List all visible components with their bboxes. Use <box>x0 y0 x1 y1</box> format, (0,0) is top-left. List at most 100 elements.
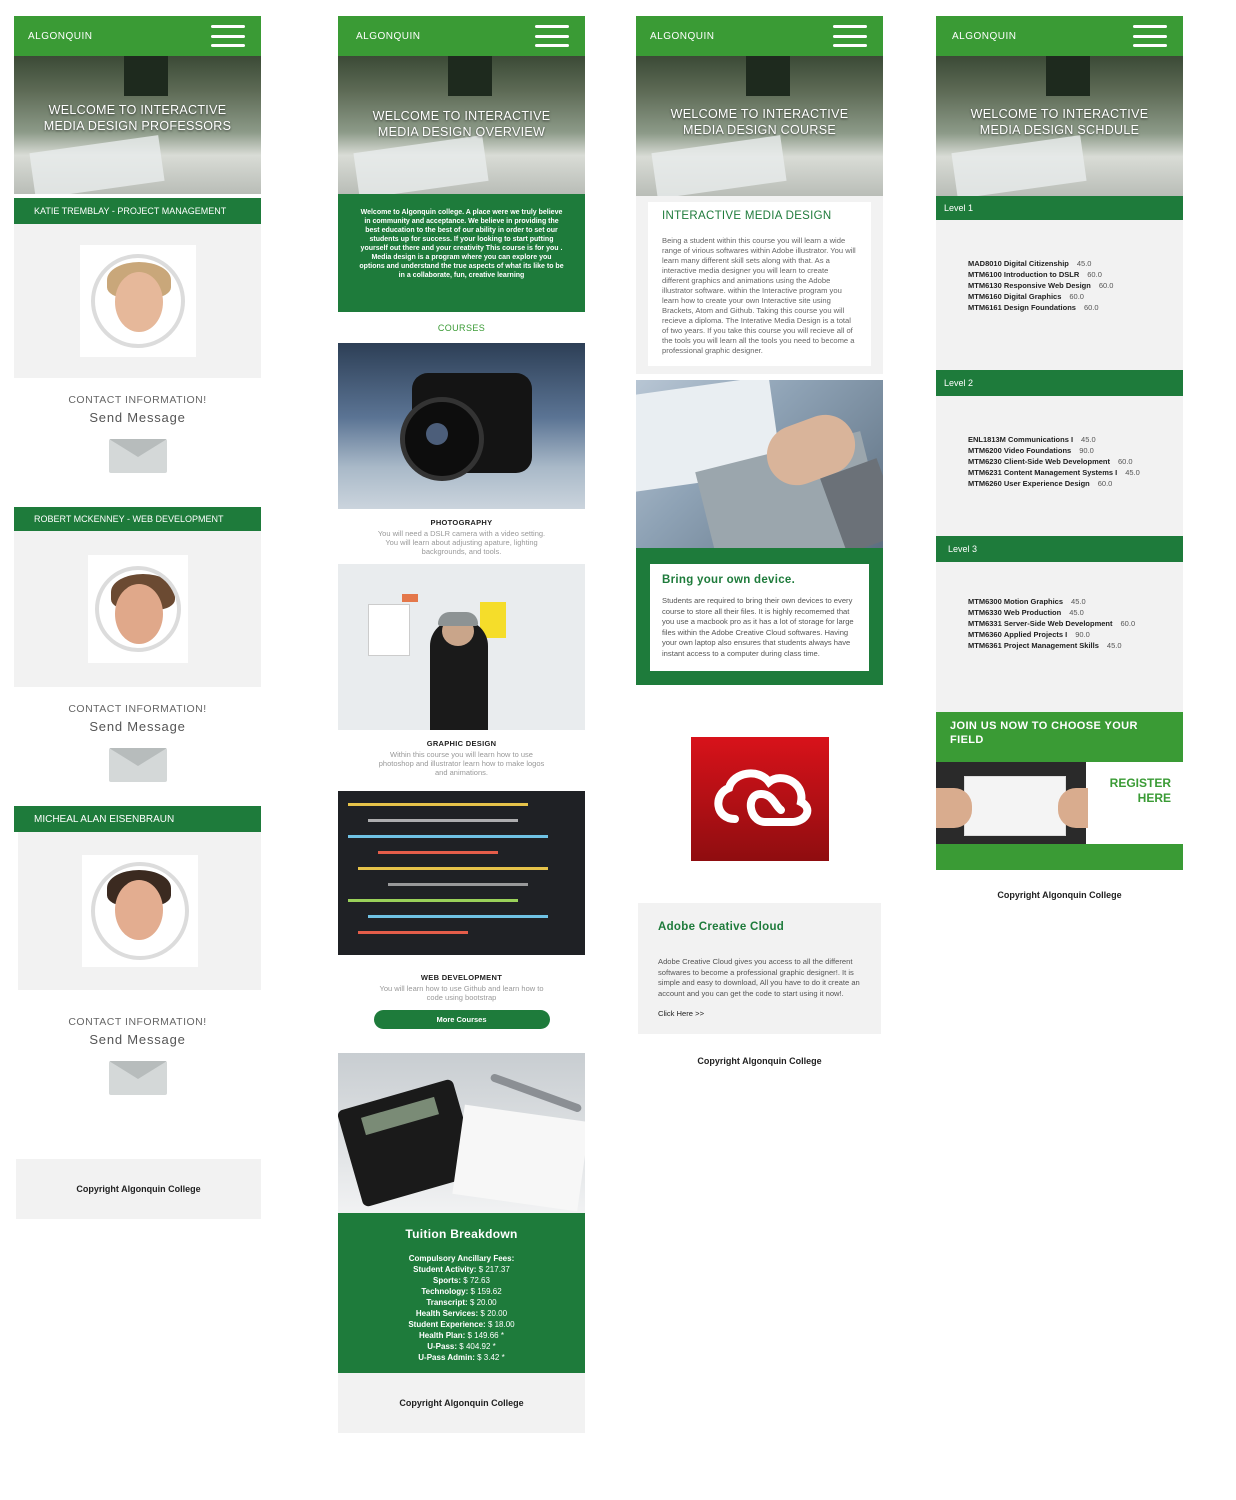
brand-logo[interactable]: ALGONQUIN <box>352 31 421 42</box>
contact-label: CONTACT INFORMATION! <box>68 1016 207 1028</box>
graphic-design-image <box>338 564 585 730</box>
course-row: MTM6130 Responsive Web Design 60.0 <box>968 281 1114 290</box>
contact-label: CONTACT INFORMATION! <box>68 703 207 715</box>
join-section: JOIN US NOW TO CHOOSE YOUR FIELD REGISTE… <box>936 712 1183 870</box>
footer: Copyright Algonquin College <box>16 1159 261 1219</box>
fees-heading: Compulsory Ancillary Fees: <box>408 1254 515 1263</box>
hero-banner: WELCOME TO INTERACTIVE MEDIA DESIGN PROF… <box>14 56 261 194</box>
professor-card <box>18 832 261 990</box>
top-nav: ALGONQUIN <box>636 16 883 56</box>
professor-photo-katie <box>90 254 185 348</box>
level-header: Level 1 <box>936 196 1183 220</box>
top-nav: ALGONQUIN <box>936 16 1183 56</box>
fee-row: Student Experience: $ 18.00 <box>408 1320 515 1329</box>
course-row: MTM6330 Web Production 45.0 <box>968 608 1084 617</box>
fee-row: Health Plan: $ 149.66 * <box>419 1331 504 1340</box>
photography-image <box>338 343 585 509</box>
brand-logo[interactable]: ALGONQUIN <box>28 31 93 42</box>
device-body: Students are required to bring their own… <box>662 596 854 658</box>
hamburger-menu-icon[interactable] <box>211 25 245 47</box>
fee-row: Transcript: $ 20.00 <box>426 1298 497 1307</box>
course-desc: You will need a DSLR camera with a video… <box>377 529 546 556</box>
fee-row: U-Pass: $ 404.92 * <box>427 1342 496 1351</box>
tuition-image <box>338 1053 585 1213</box>
professor-card <box>14 531 261 687</box>
hero-title: WELCOME TO INTERACTIVE MEDIA DESIGN COUR… <box>670 107 849 137</box>
footer: Copyright Algonquin College <box>338 1373 585 1433</box>
professor-photo-frame <box>81 855 198 967</box>
course-row: MTM6230 Client-Side Web Development 60.0 <box>968 457 1133 466</box>
professor-photo-frame <box>79 245 196 357</box>
fee-row: Health Services: $ 20.00 <box>415 1309 508 1318</box>
course-row: MTM6231 Content Management Systems I 45.0 <box>968 468 1140 477</box>
hero-title: WELCOME TO INTERACTIVE MEDIA DESIGN OVER… <box>372 109 551 139</box>
creative-cloud-icon <box>714 769 812 826</box>
course-row: MTM6200 Video Foundations 90.0 <box>968 446 1094 455</box>
level-course-list: ENL1813M Communications I 45.0 MTM6200 Vi… <box>936 396 1183 536</box>
level-header: Level 3 <box>936 536 1183 562</box>
course-desc: You will learn how to use Github and lea… <box>379 984 544 1002</box>
professor-photo-robert <box>94 566 181 652</box>
footer: Copyright Algonquin College <box>697 1056 822 1066</box>
professors-page: ALGONQUIN WELCOME TO INTERACTIVE MEDIA D… <box>14 16 261 1219</box>
course-title: WEB DEVELOPMENT <box>420 973 503 982</box>
register-banner[interactable]: REGISTER HERE <box>936 762 1183 844</box>
level-header: Level 2 <box>936 370 1183 396</box>
course-row: ENL1813M Communications I 45.0 <box>968 435 1096 444</box>
course-row: MTM6360 Applied Projects I 90.0 <box>968 630 1090 639</box>
professor-header: MICHEAL ALAN EISENBRAUN <box>14 806 261 832</box>
course-row: MTM6361 Project Management Skills 45.0 <box>968 641 1122 650</box>
course-row: MTM6160 Digital Graphics 60.0 <box>968 292 1084 301</box>
intro-text: Welcome to Algonquin college. A place we… <box>359 209 564 279</box>
intro-box: Welcome to Algonquin college. A place we… <box>338 194 585 312</box>
web-development-image <box>338 791 585 955</box>
course-row: MTM6300 Motion Graphics 45.0 <box>968 597 1086 606</box>
professor-header: ROBERT MCKENNEY - WEB DEVELOPMENT <box>14 507 261 531</box>
envelope-icon[interactable] <box>108 748 167 782</box>
device-panel: Bring your own device. Students are requ… <box>636 548 883 685</box>
fee-row: Sports: $ 72.63 <box>433 1276 490 1285</box>
brand-logo[interactable]: ALGONQUIN <box>950 31 1017 42</box>
overview-page: ALGONQUIN WELCOME TO INTERACTIVE MEDIA D… <box>338 16 585 1433</box>
contact-label: CONTACT INFORMATION! <box>68 394 207 406</box>
adobe-creative-cloud-logo[interactable] <box>691 737 829 861</box>
course-title: PHOTOGRAPHY <box>430 518 493 527</box>
course-row: MTM6260 User Experience Design 60.0 <box>968 479 1113 488</box>
more-courses-button[interactable]: More Courses <box>373 1010 550 1029</box>
course-row: MTM6161 Design Foundations 60.0 <box>968 303 1099 312</box>
professor-photo-micheal <box>90 862 189 960</box>
send-message-link[interactable]: Send Message <box>14 1032 261 1047</box>
brand-logo[interactable]: ALGONQUIN <box>650 31 715 42</box>
laptop-image <box>636 380 883 548</box>
send-message-link[interactable]: Send Message <box>14 410 261 425</box>
courses-heading: COURSES <box>437 323 486 333</box>
section-body: Being a student within this course you w… <box>662 236 856 355</box>
tuition-title: Tuition Breakdown <box>405 1227 518 1241</box>
envelope-icon[interactable] <box>108 1061 167 1095</box>
schedule-page: ALGONQUIN WELCOME TO INTERACTIVE MEDIA D… <box>936 16 1183 900</box>
adobe-body: Adobe Creative Cloud gives you access to… <box>658 957 860 998</box>
hero-banner: WELCOME TO INTERACTIVE MEDIA DESIGN OVER… <box>338 56 585 194</box>
level-course-list: MAD8010 Digital Citizenship 45.0 MTM6100 … <box>936 220 1183 370</box>
send-message-link[interactable]: Send Message <box>14 719 261 734</box>
hero-banner: WELCOME TO INTERACTIVE MEDIA DESIGN COUR… <box>636 56 883 196</box>
adobe-title: Adobe Creative Cloud <box>658 921 785 933</box>
hamburger-menu-icon[interactable] <box>535 25 569 47</box>
join-title: JOIN US NOW TO CHOOSE YOUR FIELD <box>950 720 1138 746</box>
device-card: Bring your own device. Students are requ… <box>650 564 869 671</box>
top-nav: ALGONQUIN <box>338 16 585 56</box>
tuition-section: Tuition Breakdown Compulsory Ancillary F… <box>338 1213 585 1373</box>
course-intro-card: INTERACTIVE MEDIA DESIGN Being a student… <box>648 202 871 366</box>
hamburger-menu-icon[interactable] <box>833 25 867 47</box>
envelope-icon[interactable] <box>108 439 167 473</box>
register-here-link[interactable]: REGISTER HERE <box>1091 776 1171 806</box>
section-title: INTERACTIVE MEDIA DESIGN <box>662 210 832 222</box>
hero-title: WELCOME TO INTERACTIVE MEDIA DESIGN SCHD… <box>970 107 1149 137</box>
course-title: GRAPHIC DESIGN <box>426 739 497 748</box>
professor-photo-frame <box>87 555 188 663</box>
click-here-link[interactable]: Click Here >> <box>658 1009 861 1018</box>
hamburger-menu-icon[interactable] <box>1133 25 1167 47</box>
level-course-list: MTM6300 Motion Graphics 45.0 MTM6330 Web … <box>936 562 1183 712</box>
hero-title: WELCOME TO INTERACTIVE MEDIA DESIGN PROF… <box>43 103 232 133</box>
professor-header: KATIE TREMBLAY - PROJECT MANAGEMENT <box>14 198 261 224</box>
